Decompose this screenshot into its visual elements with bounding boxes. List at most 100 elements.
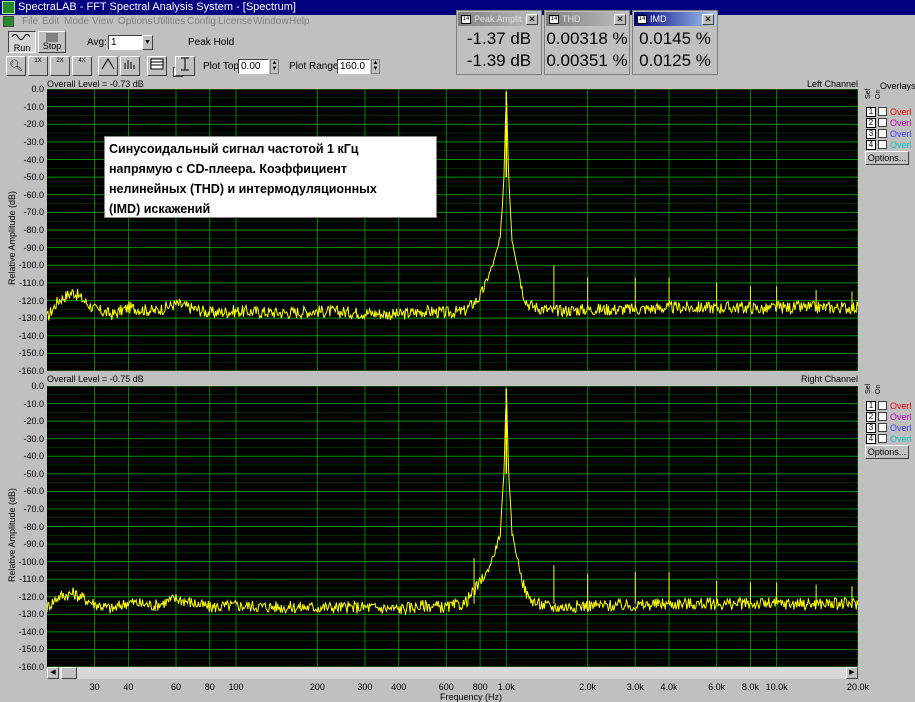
- meter-window-icon: 14: [549, 15, 559, 24]
- avg-dropdown-icon[interactable]: ▼: [142, 35, 153, 50]
- right-y-axis-label: Relative Amplitude (dB): [7, 487, 17, 582]
- document-icon[interactable]: [3, 16, 14, 27]
- plot-top-input[interactable]: 0.00: [238, 59, 269, 74]
- close-icon[interactable]: ✕: [702, 14, 714, 25]
- right-spectrum-chart[interactable]: [46, 385, 859, 668]
- overlay-name: Overla: [890, 140, 912, 150]
- line-plot-icon[interactable]: [98, 56, 118, 76]
- overlay-on-checkbox[interactable]: [878, 118, 887, 127]
- sel-header: Sel: [865, 383, 872, 394]
- x-tick-label: 60: [170, 682, 181, 692]
- right-overall-level: Overall Level = -0.75 dB: [47, 374, 144, 384]
- menu-options[interactable]: Options: [118, 16, 152, 27]
- x-tick-label: 200: [309, 682, 325, 692]
- x-tick-label: 10.0k: [765, 682, 788, 692]
- overlay-select-2[interactable]: 2: [866, 412, 876, 422]
- plot-range-spinner[interactable]: ▲ ▼: [371, 59, 380, 74]
- overlay-on-checkbox[interactable]: [878, 423, 887, 432]
- horizontal-scrollbar[interactable]: ◀ ▶: [47, 667, 858, 679]
- scroll-right-icon[interactable]: ▶: [846, 667, 858, 679]
- annotation-line: напрямую с CD-плеера. Коэффициент: [109, 162, 347, 176]
- waveform-icon: [11, 34, 31, 40]
- overlay-name: Overla: [890, 434, 912, 444]
- imd-meter-titlebar[interactable]: 14 IMD ✕: [634, 12, 716, 26]
- overlay-select-3[interactable]: 3: [866, 129, 876, 139]
- overlay-options-button[interactable]: Options...: [865, 445, 909, 459]
- annotation-line: (IMD) искажений: [109, 202, 211, 216]
- close-icon[interactable]: ✕: [526, 14, 538, 25]
- menu-mode[interactable]: Mode: [64, 16, 89, 27]
- imd-meter-title: IMD: [650, 14, 667, 24]
- plot-range-input[interactable]: 160.0: [337, 59, 370, 74]
- overlay-select-4[interactable]: 4: [866, 434, 876, 444]
- close-icon[interactable]: ✕: [614, 14, 626, 25]
- overlay-select-2[interactable]: 2: [866, 118, 876, 128]
- thd-meter[interactable]: 14 THD ✕ 0.00318 % 0.00351 %: [544, 10, 630, 75]
- overlay-on-checkbox[interactable]: [878, 107, 887, 116]
- overlay-select-1[interactable]: 1: [866, 107, 876, 117]
- menu-edit[interactable]: Edit: [42, 16, 59, 27]
- right-panel-header: Overall Level = -0.75 dB Right Channel: [47, 374, 858, 384]
- y-tick-label: -20.0: [23, 119, 44, 130]
- overlay-name: Overla: [890, 423, 912, 433]
- avg-select[interactable]: 1: [108, 35, 143, 50]
- run-button[interactable]: Run: [8, 31, 36, 53]
- menu-view[interactable]: View: [92, 16, 114, 27]
- overlay-options-button[interactable]: Options...: [865, 151, 909, 165]
- overlay-on-checkbox[interactable]: [878, 434, 887, 443]
- peak-amplitude-meter[interactable]: 14 Peak Amplit ✕ -1.37 dB -1.39 dB: [456, 10, 542, 75]
- x-tick-label: 80: [204, 682, 215, 692]
- overlay-select-4[interactable]: 4: [866, 140, 876, 150]
- left-spectrum-chart[interactable]: [46, 88, 859, 372]
- menu-window[interactable]: Window: [253, 16, 289, 27]
- overlay-on-checkbox[interactable]: [878, 412, 887, 421]
- left-channel-plot[interactable]: [46, 88, 859, 372]
- x-tick-label: 100: [228, 682, 244, 692]
- plot-range-label: Plot Range:: [289, 61, 342, 72]
- zoom-1x-icon[interactable]: 1X: [28, 56, 48, 76]
- overlay-name: Overla: [890, 129, 912, 139]
- app-icon[interactable]: [2, 1, 15, 14]
- y-tick-label: 0.0: [31, 84, 44, 94]
- avg-label: Avg:: [87, 37, 107, 48]
- bar-plot-icon[interactable]: [120, 56, 140, 76]
- on-header: On: [875, 89, 882, 99]
- x-tick-label: 3.0k: [626, 682, 644, 692]
- scroll-thumb[interactable]: [61, 667, 77, 679]
- peak-meter-titlebar[interactable]: 14 Peak Amplit ✕: [458, 12, 540, 26]
- window-title: SpectraLAB - FFT Spectral Analysis Syste…: [18, 1, 296, 13]
- overlay-select-1[interactable]: 1: [866, 401, 876, 411]
- y-tick-label: -50.0: [23, 468, 44, 479]
- zoom-icon[interactable]: 🔍︎: [6, 56, 26, 76]
- stop-button[interactable]: Stop: [38, 31, 66, 53]
- thd-meter-title: THD: [562, 14, 581, 24]
- overlay-on-checkbox[interactable]: [878, 140, 887, 149]
- y-tick-label: -120.0: [18, 295, 44, 306]
- x-tick-label: 20.0k: [846, 682, 870, 692]
- scroll-left-icon[interactable]: ◀: [47, 667, 59, 679]
- y-tick-label: -130.0: [18, 313, 44, 324]
- overlay-select-3[interactable]: 3: [866, 423, 876, 433]
- menu-utilities[interactable]: Utilities: [153, 16, 185, 27]
- table-icon[interactable]: [147, 56, 167, 76]
- plot-top-spinner[interactable]: ▲ ▼: [270, 59, 279, 74]
- overlay-on-checkbox[interactable]: [878, 129, 887, 138]
- imd-meter[interactable]: 14 IMD ✕ 0.0145 % 0.0125 %: [632, 10, 718, 75]
- y-tick-label: 0.0: [31, 381, 44, 391]
- menu-help[interactable]: Help: [289, 16, 310, 27]
- menu-file[interactable]: File: [22, 16, 38, 27]
- plot-scale-icon[interactable]: [175, 56, 195, 76]
- zoom-4x-icon[interactable]: 4X: [72, 56, 92, 76]
- right-channel-plot[interactable]: [46, 385, 859, 668]
- zoom-2x-icon[interactable]: 2X: [50, 56, 70, 76]
- menu-config[interactable]: Config: [187, 16, 216, 27]
- x-tick-label: 2.0k: [579, 682, 597, 692]
- menu-license[interactable]: License: [218, 16, 252, 27]
- peak-meter-title: Peak Amplit: [474, 14, 522, 24]
- x-axis-label: Frequency (Hz): [440, 692, 503, 702]
- overlay-on-checkbox[interactable]: [878, 401, 887, 410]
- y-tick-label: -10.0: [23, 101, 44, 112]
- thd-meter-titlebar[interactable]: 14 THD ✕: [546, 12, 628, 26]
- thd-value-left: 0.00318 %: [546, 29, 628, 48]
- y-tick-label: -40.0: [23, 154, 44, 165]
